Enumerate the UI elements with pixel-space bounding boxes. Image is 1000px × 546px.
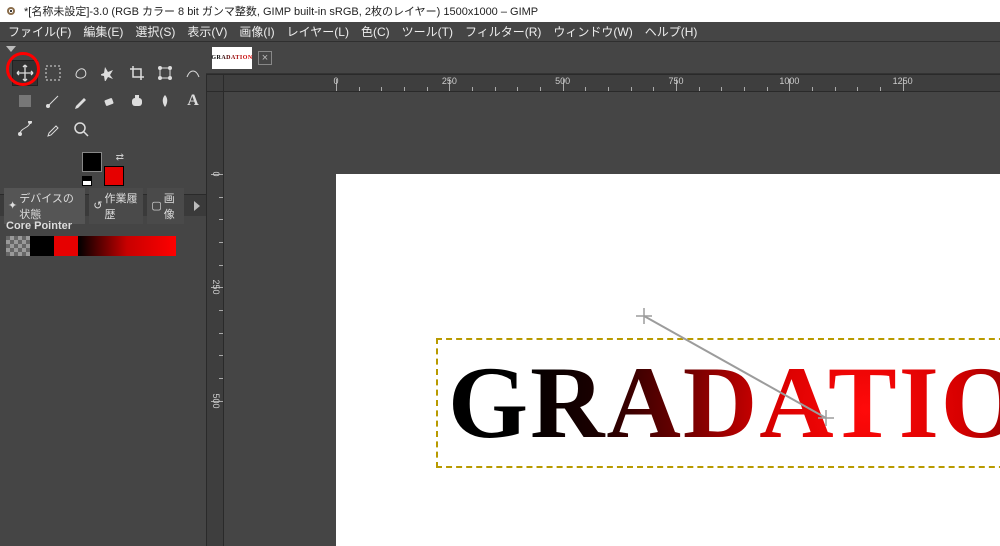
rect-select-tool[interactable] <box>40 60 66 86</box>
image-tab[interactable]: GRADATION <box>212 47 252 69</box>
toolbox: A <box>0 56 206 146</box>
swap-colors-icon[interactable]: ⇄ <box>116 152 124 163</box>
menu-windows[interactable]: ウィンドウ(W) <box>553 23 632 40</box>
canvas-area[interactable]: ▸ 025050075010001250 0250500 GRADATION <box>206 74 1000 546</box>
gradient-swatch[interactable] <box>78 236 176 256</box>
unified-transform-tool[interactable] <box>152 60 178 86</box>
text-tool[interactable]: A <box>180 88 206 114</box>
vertical-ruler[interactable]: 0250500 <box>206 92 224 546</box>
bg-color-swatch[interactable] <box>104 166 124 186</box>
window-titlebar: *[名称未設定]-3.0 (RGB カラー 8 bit ガンマ整数, GIMP … <box>0 0 1000 22</box>
menu-colors[interactable]: 色(C) <box>361 23 390 40</box>
zoom-tool[interactable] <box>68 116 94 142</box>
gimp-app-icon <box>6 4 20 18</box>
bucket-fill-tool[interactable] <box>12 88 38 114</box>
path-tool[interactable] <box>12 116 38 142</box>
clone-tool[interactable] <box>124 88 150 114</box>
horizontal-ruler[interactable]: 025050075010001250 <box>224 74 1000 92</box>
menu-view[interactable]: 表示(V) <box>187 23 227 40</box>
menu-image[interactable]: 画像(I) <box>239 23 274 40</box>
menu-filters[interactable]: フィルター(R) <box>465 23 541 40</box>
gradient-tool[interactable] <box>40 88 66 114</box>
eraser-tool[interactable] <box>96 88 122 114</box>
window-title: *[名称未設定]-3.0 (RGB カラー 8 bit ガンマ整数, GIMP … <box>24 3 538 19</box>
menu-select[interactable]: 選択(S) <box>135 23 175 40</box>
pencil-tool[interactable] <box>68 88 94 114</box>
menu-bar: ファイル(F) 編集(E) 選択(S) 表示(V) 画像(I) レイヤー(L) … <box>0 22 1000 42</box>
pattern-swatch[interactable] <box>6 236 30 256</box>
dock-config-arrow-icon[interactable] <box>194 201 200 211</box>
color-picker-tool[interactable] <box>40 116 66 142</box>
bg-swatch[interactable] <box>54 236 78 256</box>
crop-tool[interactable] <box>124 60 150 86</box>
menu-file[interactable]: ファイル(F) <box>8 23 71 40</box>
device-swatches <box>6 236 176 256</box>
dock-menu-arrow-icon[interactable] <box>6 46 16 52</box>
image-window: GRADATION × ▸ 025050075010001250 0250500… <box>206 42 1000 546</box>
move-tool[interactable] <box>12 60 38 86</box>
device-status-panel: Core Pointer <box>0 216 206 260</box>
reset-colors-icon[interactable] <box>82 176 92 186</box>
menu-help[interactable]: ヘルプ(H) <box>645 23 698 40</box>
fg-color-swatch[interactable] <box>82 152 102 172</box>
selection-marquee <box>436 338 1000 468</box>
smudge-tool[interactable] <box>152 88 178 114</box>
close-tab-icon[interactable]: × <box>258 51 272 65</box>
device-name-label: Core Pointer <box>6 220 200 232</box>
menu-layer[interactable]: レイヤー(L) <box>287 23 349 40</box>
warp-tool[interactable] <box>180 60 206 86</box>
image-tab-strip: GRADATION × <box>206 42 1000 74</box>
fg-swatch[interactable] <box>30 236 54 256</box>
left-dock: A ⇄ ✦デバイスの状態 ↺作業履歴 ▢画像 Core Pointer <box>0 42 206 546</box>
menu-edit[interactable]: 編集(E) <box>83 23 123 40</box>
fuzzy-select-tool[interactable] <box>96 60 122 86</box>
menu-tools[interactable]: ツール(T) <box>402 23 453 40</box>
ruler-corner[interactable] <box>206 74 224 92</box>
free-select-tool[interactable] <box>68 60 94 86</box>
text-layer[interactable]: GRADATION <box>436 338 1000 468</box>
